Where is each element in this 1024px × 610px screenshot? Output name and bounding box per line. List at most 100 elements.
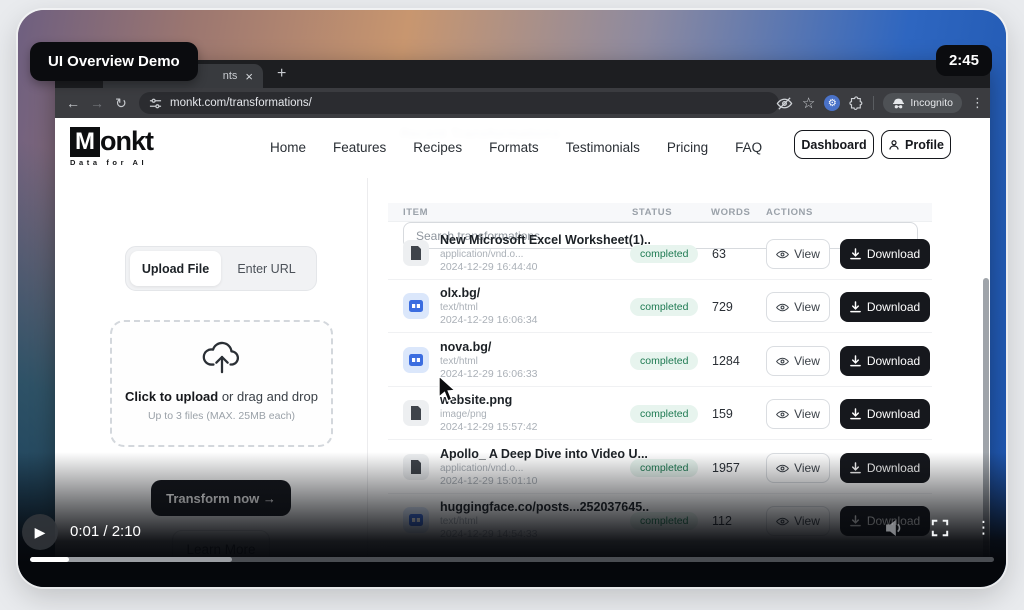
- incognito-hat-icon: [892, 98, 905, 109]
- download-icon: [850, 408, 861, 420]
- back-icon[interactable]: ←: [61, 95, 85, 111]
- video-time-display: 0:01 / 2:10: [70, 523, 141, 540]
- table-row: olx.bg/ text/html 2024-12-29 16:06:34 co…: [388, 280, 932, 333]
- view-button[interactable]: View: [766, 346, 830, 376]
- video-progress-bar[interactable]: [30, 557, 994, 562]
- logo-m-icon: M: [70, 127, 100, 157]
- volume-icon[interactable]: [885, 519, 905, 537]
- person-icon: [888, 139, 900, 151]
- video-bottom-gradient: [18, 452, 1006, 587]
- tab-enter-url[interactable]: Enter URL: [221, 251, 312, 286]
- status-badge: completed: [630, 405, 698, 423]
- file-icon: [403, 240, 429, 266]
- upload-cloud-icon: [201, 340, 243, 374]
- nav-item-home[interactable]: Home: [270, 140, 306, 155]
- monkt-logo[interactable]: Monkt Data for AI: [70, 126, 153, 167]
- row-date: 2024-12-29 16:44:40: [440, 261, 538, 273]
- progress-played: [30, 557, 69, 562]
- web-icon: [403, 347, 429, 373]
- row-date: 2024-12-29 15:57:42: [440, 421, 538, 433]
- table-row: website.png image/png 2024-12-29 15:57:4…: [388, 387, 932, 440]
- play-button[interactable]: ▶: [22, 514, 58, 550]
- col-item: ITEM: [403, 207, 428, 218]
- row-words: 63: [712, 247, 726, 261]
- table-row: nova.bg/ text/html 2024-12-29 16:06:33 c…: [388, 334, 932, 387]
- row-words: 729: [712, 300, 733, 314]
- eye-off-icon[interactable]: [776, 95, 793, 112]
- main-nav: Home Features Recipes Formats Testimonia…: [270, 118, 762, 176]
- table-header: ITEM STATUS WORDS ACTIONS: [388, 203, 932, 222]
- row-words: 1284: [712, 354, 740, 368]
- download-button[interactable]: Download: [840, 292, 930, 322]
- nav-item-features[interactable]: Features: [333, 140, 386, 155]
- row-title: olx.bg/: [440, 286, 650, 300]
- view-button[interactable]: View: [766, 292, 830, 322]
- eye-icon: [776, 250, 789, 259]
- row-mimetype: text/html: [440, 356, 478, 367]
- address-bar[interactable]: monkt.com/transformations/: [139, 92, 779, 114]
- dropzone-limits: Up to 3 files (MAX. 25MB each): [112, 410, 331, 422]
- video-player[interactable]: nts × + ← → ↻ monkt.com/transformations/…: [18, 10, 1006, 587]
- tab-close-icon[interactable]: ×: [245, 69, 253, 84]
- file-dropzone[interactable]: Click to upload or drag and drop Up to 3…: [110, 320, 333, 447]
- bookmark-star-icon[interactable]: ☆: [802, 94, 815, 112]
- tab-title: nts: [223, 70, 238, 82]
- site-header: Monkt Data for AI Home Features Recipes …: [55, 118, 990, 176]
- download-button[interactable]: Download: [840, 399, 930, 429]
- url-text: monkt.com/transformations/: [170, 97, 312, 109]
- site-settings-icon[interactable]: [149, 97, 162, 110]
- tab-upload-file[interactable]: Upload File: [130, 251, 221, 286]
- row-title: New Microsoft Excel Worksheet(1)...: [440, 233, 650, 247]
- extensions-puzzle-icon[interactable]: [849, 96, 864, 111]
- mouse-cursor: [437, 375, 459, 403]
- row-words: 159: [712, 407, 733, 421]
- browser-menu-icon[interactable]: ⋮: [971, 95, 984, 111]
- status-badge: completed: [630, 298, 698, 316]
- status-badge: completed: [630, 352, 698, 370]
- dashboard-button[interactable]: Dashboard: [794, 130, 874, 159]
- play-icon: ▶: [35, 524, 46, 541]
- reload-icon[interactable]: ↻: [109, 95, 133, 112]
- browser-toolbar: ← → ↻ monkt.com/transformations/ ☆ ⚙ Inc…: [55, 88, 990, 118]
- download-icon: [850, 248, 861, 260]
- col-words: WORDS: [711, 207, 750, 218]
- row-title: nova.bg/: [440, 340, 650, 354]
- nav-item-recipes[interactable]: Recipes: [413, 140, 462, 155]
- view-button[interactable]: View: [766, 399, 830, 429]
- screenshot-root: nts × + ← → ↻ monkt.com/transformations/…: [0, 0, 1024, 610]
- toolbar-divider: [873, 96, 874, 110]
- table-row: New Microsoft Excel Worksheet(1)... appl…: [388, 227, 932, 280]
- nav-item-testimonials[interactable]: Testimonials: [566, 140, 640, 155]
- source-toggle: Upload File Enter URL: [125, 246, 317, 291]
- nav-item-pricing[interactable]: Pricing: [667, 140, 708, 155]
- download-button[interactable]: Download: [840, 346, 930, 376]
- video-menu-icon[interactable]: ⋮: [975, 518, 992, 538]
- incognito-label: Incognito: [910, 97, 953, 109]
- logo-tagline: Data for AI: [70, 158, 153, 167]
- status-badge: completed: [630, 245, 698, 263]
- dropzone-title: Click to upload or drag and drop: [112, 389, 331, 404]
- download-icon: [850, 301, 861, 313]
- row-mimetype: text/html: [440, 302, 478, 313]
- eye-icon: [776, 357, 789, 366]
- logo-text: onkt: [100, 126, 153, 157]
- web-icon: [403, 293, 429, 319]
- fullscreen-icon[interactable]: [931, 519, 949, 537]
- forward-icon[interactable]: →: [85, 95, 109, 111]
- new-tab-button[interactable]: +: [277, 65, 286, 83]
- eye-icon: [776, 303, 789, 312]
- eye-icon: [776, 410, 789, 419]
- profile-button[interactable]: Profile: [881, 130, 951, 159]
- video-duration-badge: 2:45: [936, 45, 992, 76]
- settings-gear-icon[interactable]: ⚙: [824, 95, 840, 111]
- nav-item-formats[interactable]: Formats: [489, 140, 539, 155]
- col-status: STATUS: [632, 207, 672, 218]
- row-mimetype: application/vnd.o...: [440, 249, 523, 260]
- view-button[interactable]: View: [766, 239, 830, 269]
- file-icon: [403, 400, 429, 426]
- row-date: 2024-12-29 16:06:34: [440, 314, 538, 326]
- download-icon: [850, 355, 861, 367]
- nav-item-faq[interactable]: FAQ: [735, 140, 762, 155]
- download-button[interactable]: Download: [840, 239, 930, 269]
- row-mimetype: image/png: [440, 409, 487, 420]
